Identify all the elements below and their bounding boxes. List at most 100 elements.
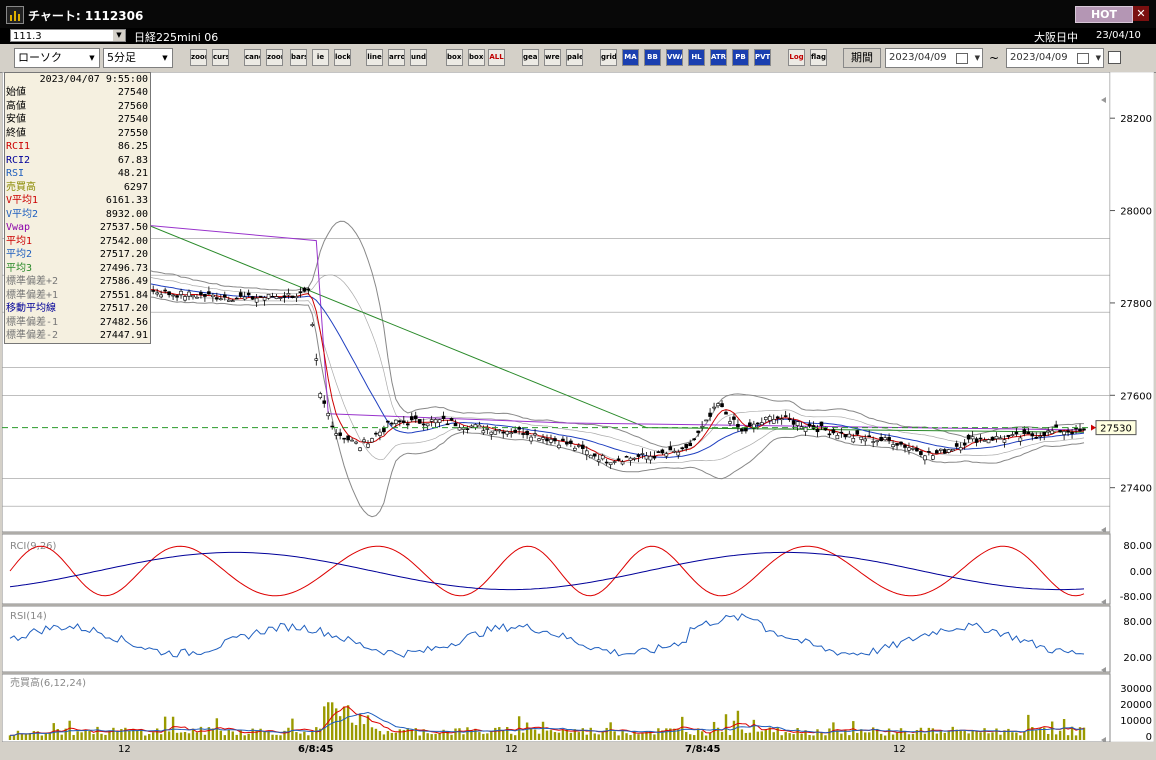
volume-bar (868, 732, 871, 740)
undo-tool-button[interactable]: undo (410, 49, 427, 66)
volume-bar (342, 706, 346, 740)
info-row: V平均1 6161.33 (5, 194, 150, 208)
box-left-tool-button[interactable]: box-left (446, 49, 463, 66)
hot-button[interactable]: HOT (1075, 6, 1133, 23)
volume-bar (171, 716, 175, 740)
symbol-select[interactable]: 111.3 ▼ (10, 29, 126, 42)
candle-body (656, 451, 661, 453)
candle-body (521, 433, 525, 435)
bb-tool-button[interactable]: BB (644, 49, 661, 66)
volume-bar (179, 732, 183, 740)
log-tool-button[interactable]: Log (788, 49, 805, 66)
candle-body (899, 441, 903, 445)
chevron-down-icon[interactable]: ▼ (159, 50, 171, 66)
info-label: 平均2 (6, 249, 33, 260)
date-from-field[interactable]: 2023/04/09 ▼ (885, 48, 983, 68)
app-chart-icon (6, 6, 24, 24)
volume-bar (490, 731, 493, 740)
volume-bar (24, 734, 28, 740)
volume-bar (136, 730, 139, 740)
volume-bar (279, 735, 282, 740)
volume-bar (891, 734, 895, 740)
chart-area[interactable]: 28200 28000 27800 27600 27400 27530 RCI(9,26) 8… (1, 71, 1155, 743)
candle-body (946, 449, 951, 453)
info-row: RSI 48.21 (5, 167, 150, 181)
rci-panel-title: RCI(9,26) (10, 541, 57, 552)
volume-bar (529, 728, 533, 740)
volume-bar (553, 732, 557, 740)
chevron-down-icon[interactable]: ▼ (975, 49, 980, 67)
candle-body (334, 433, 338, 436)
candle-body (163, 289, 167, 292)
zoom-in-tool-button[interactable]: zoom-in (266, 49, 283, 66)
volume-bar (828, 728, 831, 740)
palette-tool-button[interactable]: palette (566, 49, 583, 66)
line-tool-button[interactable]: line (366, 49, 383, 66)
volume-bar (621, 731, 624, 740)
volume-bar (358, 714, 362, 740)
candle-body (1046, 430, 1050, 433)
lock-tool-button[interactable]: lock (334, 49, 351, 66)
candle-body (565, 441, 569, 445)
all-tool-button[interactable]: ALL (488, 49, 505, 66)
pvt-tool-button[interactable]: PVT (754, 49, 771, 66)
candle-body (787, 418, 792, 421)
candle-body (923, 455, 927, 461)
vwap-tool-button[interactable]: VWAP (666, 49, 683, 66)
title-bar: チャート: 1112306 HOT ✕ (0, 0, 1156, 28)
candle-body (215, 297, 219, 300)
cursor-tool-button[interactable]: cursor (212, 49, 229, 66)
candle-body (569, 440, 573, 444)
volume-bar (1066, 735, 1070, 740)
ie-tool-button[interactable]: ie (312, 49, 329, 66)
volume-bar (617, 735, 620, 740)
zoom-tool-button[interactable]: zoom (190, 49, 207, 66)
box-right-tool-button[interactable]: box-right (468, 49, 485, 66)
chart-svg[interactable]: 28200 28000 27800 27600 27400 27530 RCI(9,26) 8… (1, 71, 1155, 743)
interval-select[interactable]: 5分足 ▼ (103, 48, 173, 68)
info-label: 平均1 (6, 235, 33, 247)
candle-body (545, 438, 549, 442)
volume-bar (231, 731, 234, 740)
gear-tool-button[interactable]: gear (522, 49, 539, 66)
candle-body (1026, 431, 1031, 435)
volume-bar (72, 734, 75, 740)
hl-tool-button[interactable]: HL (688, 49, 705, 66)
candle-body (927, 451, 931, 453)
calendar-icon[interactable] (1077, 53, 1089, 64)
calendar-icon[interactable] (956, 53, 968, 64)
volume-bar (474, 728, 477, 740)
arrow-tool-button[interactable]: arrow (388, 49, 405, 66)
candle-body (728, 421, 732, 424)
bars-tool-button[interactable]: bars (290, 49, 307, 66)
date-to-field[interactable]: 2023/04/09 ▼ (1006, 48, 1104, 68)
candle-body (616, 458, 621, 461)
period-button[interactable]: 期間 (843, 48, 881, 68)
chevron-down-icon[interactable]: ▼ (86, 50, 98, 66)
volume-bar (792, 734, 795, 740)
candle-tool-button[interactable]: candle (244, 49, 261, 66)
wrench-tool-button[interactable]: wrench (544, 49, 561, 66)
chart-type-select[interactable]: ローソク ▼ (14, 48, 100, 68)
candle-body (819, 421, 824, 427)
candle-body (433, 419, 438, 424)
atr-tool-button[interactable]: ATR (710, 49, 727, 66)
candle-body (823, 427, 828, 431)
flag-tool-button[interactable]: flag (810, 49, 827, 66)
grid-tool-button[interactable]: grid (600, 49, 617, 66)
volume-bar (128, 730, 131, 740)
close-button[interactable]: ✕ (1133, 6, 1149, 21)
pb-tool-button[interactable]: PB (732, 49, 749, 66)
candle-body (342, 437, 346, 440)
volume-bar (848, 735, 851, 740)
chevron-down-icon[interactable]: ▼ (113, 30, 125, 41)
volume-bar (112, 727, 115, 740)
chevron-down-icon[interactable]: ▼ (1096, 49, 1101, 67)
candle-body (771, 419, 776, 424)
range-checkbox[interactable] (1108, 51, 1121, 64)
rci-panel-bg (1, 533, 1111, 605)
volume-bar (450, 734, 453, 740)
candle-body (417, 419, 422, 424)
candle-body (1042, 431, 1047, 437)
ma-tool-button[interactable]: MA (622, 49, 639, 66)
